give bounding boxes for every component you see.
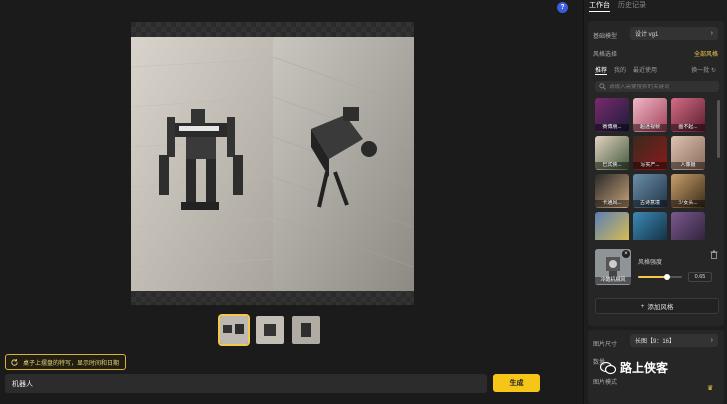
- style-strength-value[interactable]: 0.65: [688, 272, 712, 282]
- style-tile[interactable]: 人像摄: [671, 136, 705, 170]
- style-strength-label: 风格强度: [638, 260, 663, 266]
- image-size-select[interactable]: 长图【9：16】 ›: [630, 334, 718, 347]
- style-card: 基础模型 设计 vg1 › 风格选择 全部风格 推荐 我的 最近使用 换一批 ↻…: [588, 21, 724, 326]
- robot-front-photo: [131, 37, 273, 291]
- swap-label: 换一批: [691, 68, 710, 74]
- style-grid-scrollbar[interactable]: [717, 100, 720, 158]
- thumbnail-front[interactable]: [256, 316, 284, 344]
- selected-style-tile[interactable]: × 冷酷机械风: [595, 249, 631, 285]
- style-tile-label: 卡通风...: [595, 200, 629, 207]
- style-tile[interactable]: 超迷视帧: [633, 98, 667, 132]
- all-styles-link[interactable]: 全部风格: [694, 49, 718, 58]
- slider-fill: [638, 276, 667, 278]
- search-icon: [599, 83, 606, 90]
- slider-handle[interactable]: [663, 274, 670, 280]
- base-model-label: 基础模型: [593, 34, 618, 40]
- style-select-label: 风格选择: [593, 52, 618, 58]
- tab-workbench[interactable]: 工作台: [589, 0, 610, 12]
- style-grid: 赛博朋... 超迷视帧 画不起... 已式俠... 写实产... 人像摄 卡通风…: [595, 98, 709, 240]
- style-tile-label: 古诗意境: [633, 200, 667, 207]
- robot-side-photo: [273, 37, 414, 291]
- panel-tabs: 工作台 历史记录: [589, 0, 646, 12]
- style-tile-label: 画不起...: [671, 124, 705, 131]
- thumbnail-pair[interactable]: [218, 314, 250, 346]
- subtab-recommended[interactable]: 推荐: [595, 65, 608, 75]
- style-search-input[interactable]: [609, 83, 709, 90]
- trash-icon[interactable]: [710, 250, 718, 259]
- style-tile-label: 写实产...: [633, 162, 667, 169]
- watermark: 路上侠客: [600, 359, 668, 376]
- suggestion-text: 桌子上摆盘的特写，显示时间和日期: [23, 360, 120, 367]
- crown-icon: ♛: [707, 385, 714, 392]
- image-size-value: 长图【9：16】: [635, 339, 676, 345]
- subtab-recent[interactable]: 最近使用: [633, 65, 657, 75]
- image-mode-label: 图片模式: [593, 380, 618, 386]
- image-canvas: [131, 22, 414, 305]
- chevron-right-icon: ›: [710, 337, 713, 344]
- style-tile[interactable]: [633, 212, 667, 240]
- style-tile[interactable]: [595, 212, 629, 240]
- thumbnail-side[interactable]: [292, 316, 320, 344]
- style-tile-label: 已式俠...: [595, 162, 629, 169]
- style-tile[interactable]: 卡通风...: [595, 174, 629, 208]
- close-icon[interactable]: ×: [622, 250, 630, 258]
- selected-style-label: 冷酷机械风: [595, 277, 631, 284]
- style-strength-slider[interactable]: [638, 274, 682, 280]
- plus-icon: +: [640, 302, 645, 310]
- tab-history[interactable]: 历史记录: [618, 0, 646, 12]
- generate-button[interactable]: 生成: [493, 374, 540, 392]
- chevron-right-icon: ›: [710, 30, 713, 37]
- style-tile-label: 赛博朋...: [595, 124, 629, 131]
- image-size-label: 图片尺寸: [593, 342, 618, 348]
- workspace: 桌子上摆盘的特写，显示时间和日期 生成: [0, 0, 583, 404]
- help-icon[interactable]: ?: [557, 2, 568, 13]
- style-tile-label: 人像摄: [671, 162, 705, 169]
- prompt-input[interactable]: [5, 374, 487, 393]
- subtab-mine[interactable]: 我的: [614, 65, 626, 75]
- base-model-value: 设计 vg1: [635, 32, 659, 38]
- style-tile-label: 少女头...: [671, 200, 705, 207]
- style-tile[interactable]: 古诗意境: [633, 174, 667, 208]
- swap-batch-button[interactable]: 换一批 ↻: [691, 65, 716, 74]
- watermark-text: 路上侠客: [620, 361, 669, 375]
- style-tile-label: 超迷视帧: [633, 124, 667, 131]
- style-tile[interactable]: 已式俠...: [595, 136, 629, 170]
- add-style-label: 添加风格: [647, 304, 674, 311]
- style-tile[interactable]: 画不起...: [671, 98, 705, 132]
- style-tile[interactable]: 写实产...: [633, 136, 667, 170]
- style-tile[interactable]: 赛博朋...: [595, 98, 629, 132]
- style-tile[interactable]: 少女头...: [671, 174, 705, 208]
- base-model-select[interactable]: 设计 vg1 ›: [630, 27, 718, 40]
- wechat-icon: [600, 361, 616, 374]
- prompt-suggestion[interactable]: 桌子上摆盘的特写，显示时间和日期: [5, 354, 127, 370]
- style-search[interactable]: [595, 81, 719, 92]
- settings-panel: 工作台 历史记录 基础模型 设计 vg1 › 风格选择 全部风格 推荐 我的 最…: [583, 0, 727, 404]
- refresh-icon[interactable]: [10, 358, 19, 367]
- style-tile[interactable]: [671, 212, 705, 240]
- add-style-button[interactable]: + 添加风格: [595, 298, 719, 314]
- style-subtabs: 推荐 我的 最近使用: [595, 65, 657, 75]
